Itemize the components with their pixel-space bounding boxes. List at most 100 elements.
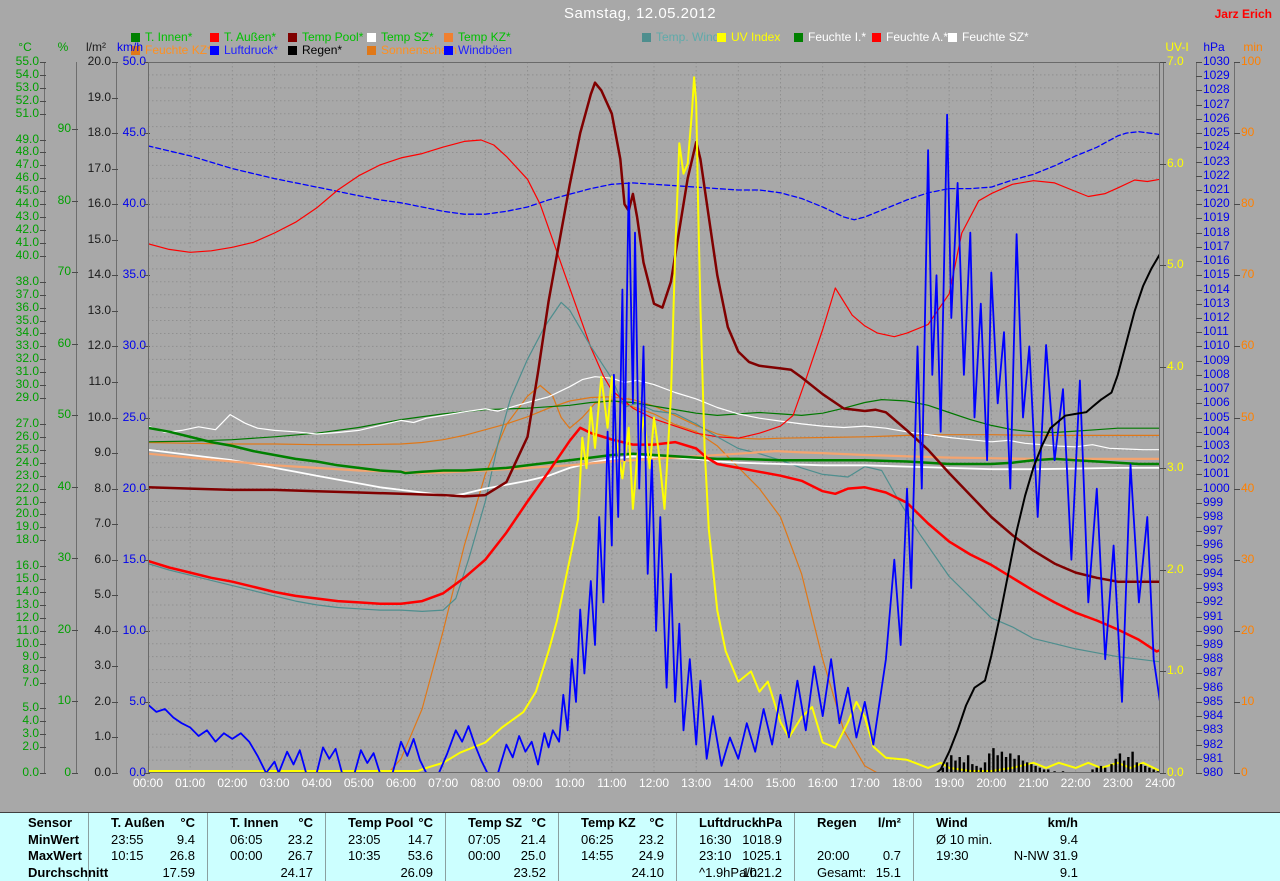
tick-mark bbox=[112, 737, 118, 738]
tick-mark bbox=[112, 275, 118, 276]
tick-mark bbox=[112, 98, 118, 99]
tick-label: 25.0 bbox=[123, 411, 146, 424]
tick-label: 980 bbox=[1203, 766, 1223, 779]
tick-label: 44.0 bbox=[16, 197, 39, 210]
x-tick-label: 09:00 bbox=[506, 776, 550, 790]
tick-label: 30.0 bbox=[16, 378, 39, 391]
tick-mark bbox=[1196, 133, 1202, 134]
legend-label: UV Index bbox=[731, 31, 780, 44]
tick-mark bbox=[40, 683, 46, 684]
x-tick-label: 14:00 bbox=[716, 776, 760, 790]
tick-label: 53.0 bbox=[16, 81, 39, 94]
bar-regen-rate bbox=[950, 755, 952, 773]
tick-mark bbox=[112, 346, 118, 347]
tick-label: 0 bbox=[64, 766, 71, 779]
tick-mark bbox=[72, 201, 78, 202]
tick-label: 10.0 bbox=[123, 624, 146, 637]
bar-regen-rate bbox=[1022, 761, 1024, 773]
tick-label: 9.0 bbox=[22, 650, 39, 663]
axis-header-min: min bbox=[1226, 40, 1280, 54]
cell-time: 23:55 bbox=[111, 832, 144, 847]
cell-value: N-NW 31.9 bbox=[1014, 848, 1078, 863]
cell-time: Gesamt: bbox=[817, 865, 866, 880]
table-column-temp-kz: Temp KZ°C06:2523.214:5524.924.10 bbox=[558, 813, 676, 881]
table-column-header: Windkm/h bbox=[914, 815, 1090, 832]
tick-label: 18.0 bbox=[16, 533, 39, 546]
tick-label: 34.0 bbox=[16, 326, 39, 339]
tick-label: 45.0 bbox=[16, 184, 39, 197]
tick-mark bbox=[112, 560, 118, 561]
table-row-label: Sensor bbox=[0, 815, 88, 832]
tick-label: 30 bbox=[1241, 553, 1254, 566]
tick-label: 18.0 bbox=[88, 126, 111, 139]
tick-mark bbox=[112, 489, 118, 490]
tick-mark bbox=[1196, 190, 1202, 191]
tick-mark bbox=[72, 773, 78, 774]
tick-label: 1019 bbox=[1203, 211, 1230, 224]
table-row: 19:30N-NW 31.9 bbox=[914, 848, 1090, 865]
tick-label: 5.0 bbox=[94, 588, 111, 601]
cell-time: 00:00 bbox=[468, 848, 501, 863]
tick-label: 14.0 bbox=[88, 268, 111, 281]
tick-mark bbox=[1196, 631, 1202, 632]
table-row: 26.09 bbox=[326, 865, 445, 881]
titlebar: Samstag, 12.05.2012 Jarz Erich bbox=[0, 5, 1280, 27]
tick-mark bbox=[1196, 730, 1202, 731]
bar-regen-rate bbox=[1136, 762, 1138, 773]
bar-regen-rate bbox=[1119, 753, 1121, 773]
bar-regen-rate bbox=[996, 755, 998, 773]
tick-label: 52.0 bbox=[16, 94, 39, 107]
tick-label: 8.0 bbox=[22, 663, 39, 676]
tick-label: 14.0 bbox=[16, 585, 39, 598]
cell-time: 16:30 bbox=[699, 832, 732, 847]
tick-mark bbox=[1196, 218, 1202, 219]
tick-label: 4.0 bbox=[22, 714, 39, 727]
tick-label: 35.0 bbox=[123, 268, 146, 281]
tick-mark bbox=[72, 487, 78, 488]
tick-mark bbox=[40, 88, 46, 89]
tick-mark bbox=[1196, 673, 1202, 674]
tick-mark bbox=[1196, 389, 1202, 390]
tick-mark bbox=[1196, 759, 1202, 760]
sensor-unit: °C bbox=[649, 815, 664, 830]
tick-label: 7.0 bbox=[1167, 55, 1184, 68]
tick-mark bbox=[112, 453, 118, 454]
tick-mark bbox=[1196, 361, 1202, 362]
table-row bbox=[795, 832, 913, 849]
cell-time: 07:05 bbox=[468, 832, 501, 847]
tick-label: 993 bbox=[1203, 581, 1223, 594]
tick-mark bbox=[1234, 560, 1240, 561]
tick-mark bbox=[40, 114, 46, 115]
x-tick-label: 05:00 bbox=[337, 776, 381, 790]
tick-label: 3.0 bbox=[22, 727, 39, 740]
bar-regen-rate bbox=[988, 753, 990, 773]
cell-time: 00:00 bbox=[230, 848, 263, 863]
table-column-header: Temp KZ°C bbox=[559, 815, 676, 832]
x-tick-label: 19:00 bbox=[927, 776, 971, 790]
table-column-header: Regenl/m² bbox=[795, 815, 913, 832]
tick-mark bbox=[144, 773, 150, 774]
legend-swatch-feuchte-i bbox=[794, 33, 803, 42]
tick-mark bbox=[1196, 90, 1202, 91]
tick-mark bbox=[1234, 62, 1240, 63]
legend-swatch-windb-en bbox=[444, 46, 453, 55]
cell-value: 26.7 bbox=[288, 848, 313, 863]
tick-label: 992 bbox=[1203, 595, 1223, 608]
legend-label: Temp. Wind* bbox=[656, 31, 724, 44]
legend-label: Feuchte A.* bbox=[886, 31, 948, 44]
x-tick-label: 12:00 bbox=[632, 776, 676, 790]
tick-label: 20 bbox=[1241, 624, 1254, 637]
cell-value: 23.2 bbox=[288, 832, 313, 847]
tick-label: 0.0 bbox=[94, 766, 111, 779]
tick-mark bbox=[40, 527, 46, 528]
tick-mark bbox=[40, 747, 46, 748]
legend-label: Regen* bbox=[302, 44, 342, 57]
x-tick-label: 10:00 bbox=[548, 776, 592, 790]
cell-value: 1025.1 bbox=[742, 848, 782, 863]
tick-mark bbox=[112, 702, 118, 703]
tick-mark bbox=[40, 579, 46, 580]
tick-mark bbox=[72, 272, 78, 273]
tick-label: 46.0 bbox=[16, 171, 39, 184]
tick-label: 1024 bbox=[1203, 140, 1230, 153]
tick-mark bbox=[40, 489, 46, 490]
